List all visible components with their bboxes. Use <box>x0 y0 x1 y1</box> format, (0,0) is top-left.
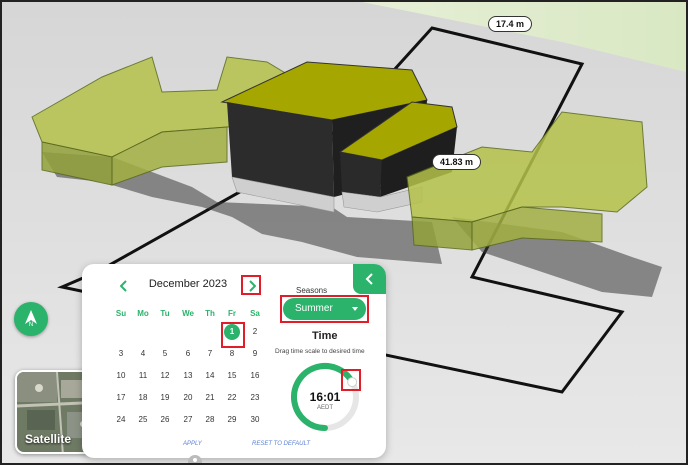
weekday-label: Sa <box>250 309 260 318</box>
calendar-day-label: 11 <box>138 371 148 380</box>
calendar-day[interactable]: 10 <box>110 366 132 386</box>
calendar-day[interactable]: 16 <box>244 366 266 386</box>
calendar-day-label: 12 <box>160 371 170 380</box>
measurement-side-edge: 41.83 m <box>432 154 482 170</box>
calendar-day[interactable]: 29 <box>221 410 243 430</box>
calendar-day[interactable]: 21 <box>199 388 221 408</box>
calendar-day-label: 10 <box>116 371 126 380</box>
weekday-label: Su <box>115 309 127 318</box>
dial-handle[interactable] <box>347 377 358 388</box>
calendar-day-label: 22 <box>227 393 237 402</box>
calendar-day-label: 20 <box>183 393 193 402</box>
calendar-day[interactable]: 30 <box>244 410 266 430</box>
calendar-day[interactable]: 3 <box>110 344 132 364</box>
weekday-header-row: Su Mo Tu We Th Fr Sa <box>110 309 266 321</box>
calendar-day-label: 9 <box>252 349 258 358</box>
calendar-day-label: 5 <box>162 349 168 358</box>
calendar-day[interactable]: 5 <box>154 344 176 364</box>
calendar-day-label: 3 <box>118 349 124 358</box>
calendar-day[interactable]: 23 <box>244 388 266 408</box>
calendar-day-label: 19 <box>160 393 170 402</box>
calendar-day-label: 29 <box>227 415 237 424</box>
calendar-day[interactable]: 27 <box>177 410 199 430</box>
calendar-day-label: 7 <box>207 349 213 358</box>
calendar-day-label: 4 <box>140 349 146 358</box>
calendar-header: December 2023 <box>114 276 264 296</box>
prev-month-button[interactable] <box>114 276 134 296</box>
calendar-day-label: 18 <box>138 393 148 402</box>
calendar-day[interactable]: 22 <box>221 388 243 408</box>
season-dropdown[interactable]: Summer <box>283 298 366 320</box>
calendar-day[interactable]: 8 <box>221 344 243 364</box>
satellite-label: Satellite <box>25 432 72 446</box>
calendar-day-label: 28 <box>205 415 215 424</box>
calendar-day-label: 25 <box>138 415 148 424</box>
calendar-day-label: 27 <box>183 415 193 424</box>
calendar-day[interactable]: 15 <box>221 366 243 386</box>
seasons-label: Seasons <box>296 286 328 295</box>
weekday-label: We <box>182 309 194 318</box>
calendar-day[interactable]: 14 <box>199 366 221 386</box>
calendar-day[interactable]: 25 <box>132 410 154 430</box>
timezone-label: AEDT <box>316 405 333 411</box>
app-window: 17.4 m 41.83 m N Satellite December 2023… <box>0 0 688 465</box>
calendar-day[interactable]: 26 <box>154 410 176 430</box>
month-title: December 2023 <box>148 278 228 290</box>
calendar-day[interactable]: 2 <box>244 322 266 342</box>
compass-label: N <box>28 322 34 328</box>
calendar-day[interactable]: 9 <box>244 344 266 364</box>
calendar-day-label: 15 <box>227 371 237 380</box>
chevron-down-icon <box>352 307 358 311</box>
weekday-label: Th <box>205 309 215 318</box>
calendar-day[interactable]: 1 <box>221 322 243 342</box>
calendar-day[interactable]: 6 <box>177 344 199 364</box>
calendar-day-label: 23 <box>250 393 260 402</box>
calendar-day[interactable]: 11 <box>132 366 154 386</box>
time-title: Time <box>312 330 338 342</box>
calendar-day-label: 8 <box>229 349 235 358</box>
calendar-day[interactable]: 28 <box>199 410 221 430</box>
calendar-day[interactable]: 19 <box>154 388 176 408</box>
calendar-day[interactable]: 13 <box>177 366 199 386</box>
calendar-day-label: 14 <box>205 371 215 380</box>
weekday-label: Fr <box>228 309 236 318</box>
time-hint: Drag time scale to desired time <box>275 348 365 355</box>
chevron-left-icon <box>365 273 373 285</box>
calendar-day[interactable]: 20 <box>177 388 199 408</box>
calendar-day-label: 21 <box>205 393 215 402</box>
calendar-day-label: 16 <box>250 371 260 380</box>
panel-grip-icon[interactable] <box>187 453 203 463</box>
season-selected-value: Summer <box>295 303 333 314</box>
time-value: 16:01 <box>309 390 341 404</box>
chevron-left-icon <box>120 280 127 292</box>
calendar-day[interactable]: 4 <box>132 344 154 364</box>
calendar-day[interactable]: 18 <box>132 388 154 408</box>
reset-to-default-button[interactable]: RESET TO DEFAULT <box>252 441 310 447</box>
apply-button[interactable]: APPLY <box>183 441 202 447</box>
compass-button[interactable]: N <box>14 302 48 336</box>
weekday-label: Mo <box>137 309 149 318</box>
calendar-day-label: 17 <box>116 393 126 402</box>
calendar-day-label: 13 <box>183 371 193 380</box>
calendar-day[interactable]: 7 <box>199 344 221 364</box>
weekday-label: Tu <box>160 309 170 318</box>
collapse-panel-button[interactable] <box>353 264 386 294</box>
calendar-day-label: 30 <box>250 415 260 424</box>
calendar-day[interactable]: 24 <box>110 410 132 430</box>
calendar-day-label: 2 <box>252 327 258 336</box>
calendar-day-label: 26 <box>160 415 170 424</box>
building-right-front <box>411 216 473 251</box>
calendar-day[interactable]: 12 <box>154 366 176 386</box>
chevron-right-icon <box>249 280 256 292</box>
calendar-day-label: 1 <box>229 327 235 336</box>
calendar-day-label: 24 <box>116 415 126 424</box>
measurement-top-edge: 17.4 m <box>488 16 533 32</box>
calendar-day[interactable]: 17 <box>110 388 132 408</box>
next-month-button[interactable] <box>242 276 262 296</box>
calendar-day-label: 6 <box>185 349 191 358</box>
